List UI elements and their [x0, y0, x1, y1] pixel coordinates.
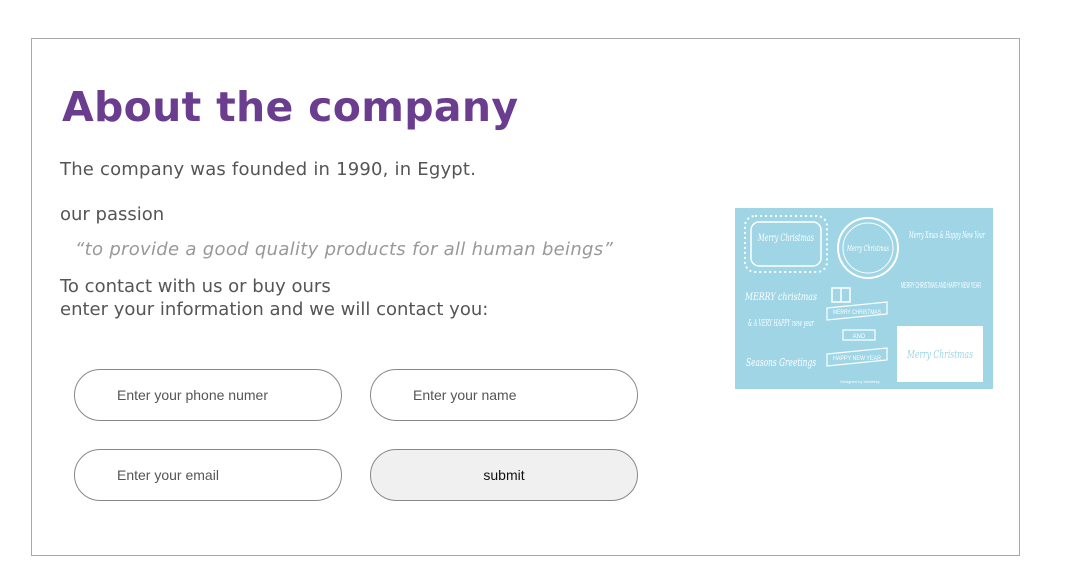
- very-happy-new-year-text: & A VERY HAPPY new year: [748, 319, 814, 329]
- banner-and-text: AND: [853, 334, 866, 340]
- page-title: About the company: [62, 83, 519, 131]
- merry-christmas-and-new-year-text: MERRY CHRISTMAS AND HAPPY NEW YEAR: [901, 281, 981, 290]
- passion-quote: “to provide a good quality products for …: [75, 239, 614, 260]
- banner-happy-new-year-text: HAPPY NEW YEAR: [833, 356, 882, 362]
- passion-label: our passion: [60, 204, 165, 225]
- contact-line-1: To contact with us or buy ours: [60, 276, 331, 297]
- merry-christmas-text-1: Merry Christmas: [757, 233, 814, 244]
- banner-merry-christmas-text: MERRY CHRISTMAS: [833, 310, 881, 316]
- submit-button[interactable]: submit: [370, 449, 638, 501]
- about-card: About the company The company was founde…: [31, 38, 1020, 556]
- merry-xmas-text: Merry Xmas & Happy New Year: [908, 231, 985, 241]
- email-input[interactable]: [74, 449, 342, 501]
- merry-christmas-text-2: Merry Christmas: [846, 244, 889, 253]
- contact-line-2: enter your information and we will conta…: [60, 299, 489, 320]
- merry-christmas-text-3: MERRY christmas: [744, 292, 817, 303]
- contact-text: To contact with us or buy ours enter you…: [60, 275, 488, 321]
- merry-christmas-text-4: Merry Christmas: [906, 348, 973, 361]
- founded-text: The company was founded in 1990, in Egyp…: [60, 159, 477, 180]
- seasons-greetings-text: Seasons Greetings: [746, 356, 816, 369]
- designed-by-text: Designed by Vecteezy: [840, 379, 880, 384]
- christmas-greetings-image: Merry Christmas Merry Christmas Merry Xm…: [735, 208, 993, 389]
- name-input[interactable]: [370, 369, 638, 421]
- phone-input[interactable]: [74, 369, 342, 421]
